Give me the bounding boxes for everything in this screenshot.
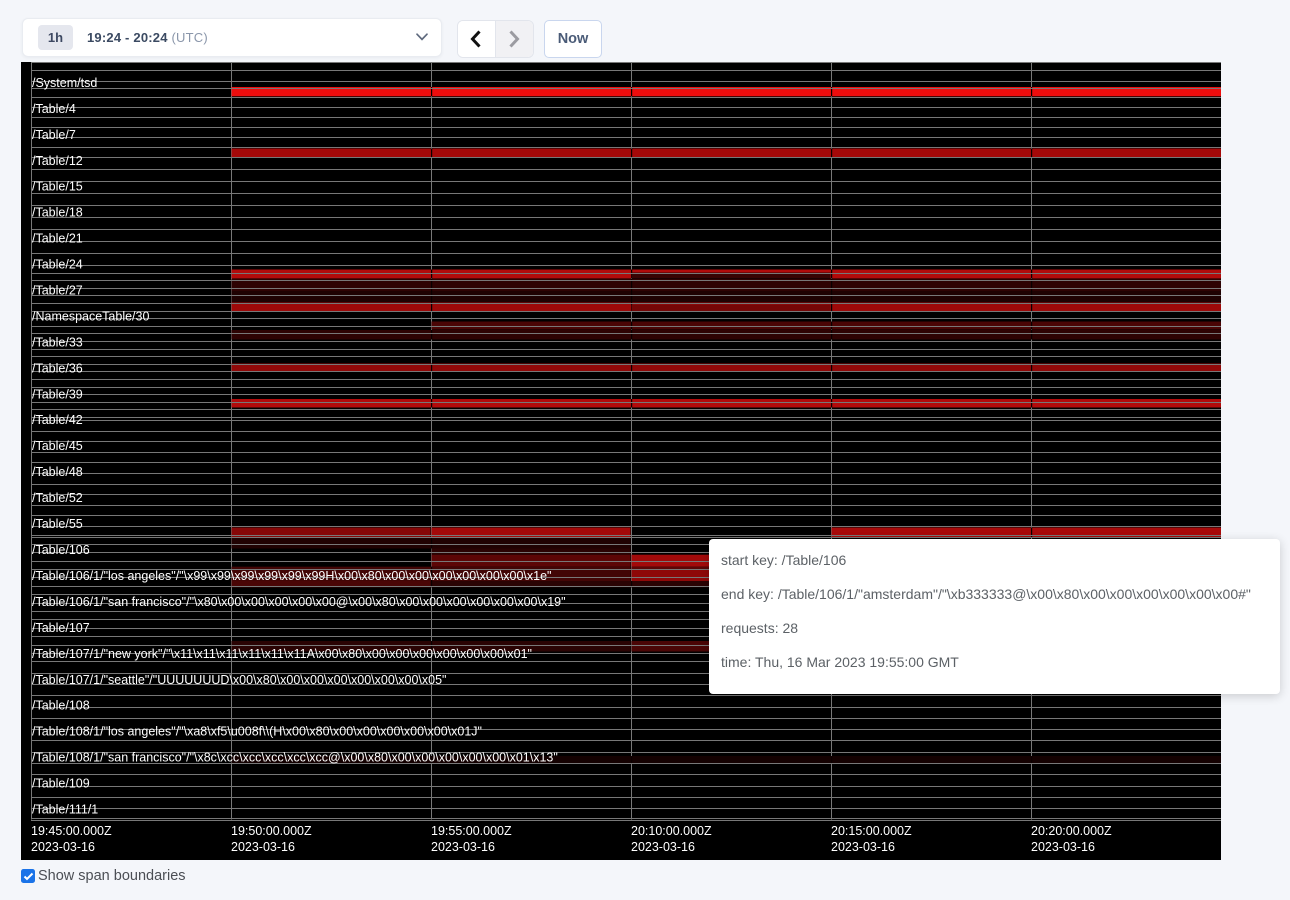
svg-text:/Table/55: /Table/55 [32, 517, 83, 531]
svg-text:/Table/24: /Table/24 [32, 258, 83, 272]
svg-text:/NamespaceTable/30: /NamespaceTable/30 [32, 309, 149, 323]
svg-text:/Table/108/1/"los angeles"/"\x: /Table/108/1/"los angeles"/"\xa8\xf5\u00… [32, 725, 482, 739]
svg-text:2023-03-16: 2023-03-16 [831, 840, 895, 854]
svg-text:/Table/12: /Table/12 [32, 154, 83, 168]
svg-text:/Table/18: /Table/18 [32, 206, 83, 220]
svg-text:/Table/107: /Table/107 [32, 621, 90, 635]
svg-text:/Table/109: /Table/109 [32, 777, 90, 791]
svg-text:/Table/106/1/"san francisco"/": /Table/106/1/"san francisco"/"\x80\x00\x… [32, 595, 566, 609]
svg-text:/Table/42: /Table/42 [32, 413, 83, 427]
svg-text:/Table/48: /Table/48 [32, 465, 83, 479]
svg-text:/Table/108/1/"san francisco"/": /Table/108/1/"san francisco"/"\x8c\xcc\x… [32, 751, 558, 765]
svg-text:19:45:00.000Z: 19:45:00.000Z [31, 824, 112, 838]
svg-text:20:20:00.000Z: 20:20:00.000Z [1031, 824, 1112, 838]
svg-text:2023-03-16: 2023-03-16 [31, 840, 95, 854]
svg-text:/Table/107/1/"seattle"/"UUUUUU: /Table/107/1/"seattle"/"UUUUUUUD\x00\x80… [32, 673, 447, 687]
svg-text:/System/tsd: /System/tsd [32, 76, 97, 90]
svg-text:2023-03-16: 2023-03-16 [1031, 840, 1095, 854]
svg-text:/Table/33: /Table/33 [32, 335, 83, 349]
svg-text:/Table/106/1/"los angeles"/"\x: /Table/106/1/"los angeles"/"\x99\x99\x99… [32, 569, 551, 583]
svg-text:19:55:00.000Z: 19:55:00.000Z [431, 824, 512, 838]
svg-text:20:10:00.000Z: 20:10:00.000Z [631, 824, 712, 838]
svg-text:2023-03-16: 2023-03-16 [431, 840, 495, 854]
svg-text:/Table/4: /Table/4 [32, 102, 76, 116]
svg-text:/Table/106: /Table/106 [32, 543, 90, 557]
svg-text:19:50:00.000Z: 19:50:00.000Z [231, 824, 312, 838]
svg-text:/Table/45: /Table/45 [32, 439, 83, 453]
svg-text:/Table/39: /Table/39 [32, 387, 83, 401]
svg-text:/Table/52: /Table/52 [32, 491, 83, 505]
svg-text:/Table/108: /Table/108 [32, 699, 90, 713]
svg-text:/Table/36: /Table/36 [32, 361, 83, 375]
svg-text:/Table/7: /Table/7 [32, 128, 76, 142]
svg-text:/Table/21: /Table/21 [32, 232, 83, 246]
svg-text:/Table/111/1: /Table/111/1 [32, 803, 98, 817]
svg-text:/Table/27: /Table/27 [32, 284, 83, 298]
svg-text:2023-03-16: 2023-03-16 [231, 840, 295, 854]
svg-text:/Table/15: /Table/15 [32, 180, 83, 194]
svg-text:/Table/107/1/"new york"/"\x11\: /Table/107/1/"new york"/"\x11\x11\x11\x1… [32, 647, 532, 661]
svg-text:20:15:00.000Z: 20:15:00.000Z [831, 824, 912, 838]
svg-text:2023-03-16: 2023-03-16 [631, 840, 695, 854]
